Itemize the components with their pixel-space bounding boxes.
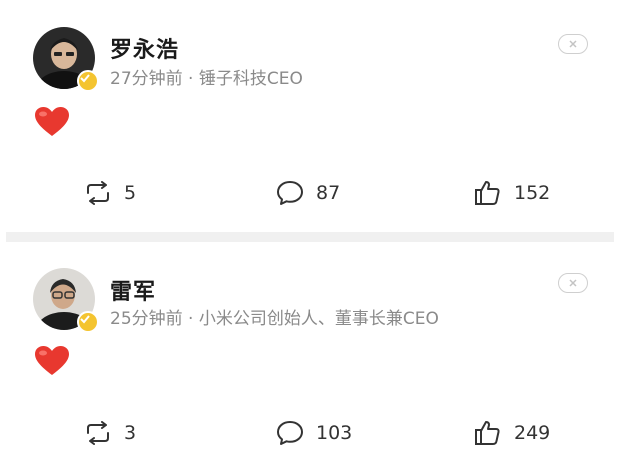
like-count: 249: [514, 422, 551, 444]
author-name[interactable]: 雷军: [110, 274, 156, 306]
comment-icon: [276, 419, 304, 447]
repost-button[interactable]: 5: [84, 178, 136, 208]
comment-count: 87: [316, 182, 341, 204]
repost-icon: [84, 419, 112, 447]
close-button[interactable]: [558, 34, 588, 54]
comment-count: 103: [316, 422, 353, 444]
like-count: 152: [514, 182, 551, 204]
author-name[interactable]: 罗永浩: [110, 32, 179, 64]
post-card: 罗永浩 27分钟前 · 锤子科技CEO 5 87 152: [0, 0, 640, 232]
post-meta: 27分钟前 · 锤子科技CEO: [110, 69, 303, 89]
repost-count: 3: [124, 422, 137, 444]
like-button[interactable]: 152: [474, 178, 550, 208]
action-bar: 5 87 152: [0, 178, 640, 208]
like-button[interactable]: 249: [474, 418, 550, 448]
comment-icon: [276, 179, 304, 207]
close-button[interactable]: [558, 273, 588, 293]
post-meta: 25分钟前 · 小米公司创始人、董事长兼CEO: [110, 309, 439, 329]
repost-icon: [84, 179, 112, 207]
post-divider: [6, 232, 614, 242]
weibo-feed: 罗永浩 27分钟前 · 锤子科技CEO 5 87 152 雷军 25分钟前 · …: [0, 0, 640, 466]
comment-button[interactable]: 103: [276, 418, 352, 448]
post-card: 雷军 25分钟前 · 小米公司创始人、董事长兼CEO 3 103 249: [0, 242, 640, 466]
close-icon: [569, 279, 577, 287]
avatar[interactable]: [33, 27, 99, 92]
verified-badge-icon: [77, 70, 99, 92]
heart-emoji: [35, 107, 69, 136]
avatar[interactable]: [33, 268, 99, 333]
close-icon: [569, 40, 577, 48]
thumbs-up-icon: [474, 419, 502, 447]
heart-emoji: [35, 346, 69, 375]
repost-button[interactable]: 3: [84, 418, 136, 448]
verified-badge-icon: [77, 311, 99, 333]
comment-button[interactable]: 87: [276, 178, 340, 208]
action-bar: 3 103 249: [0, 418, 640, 448]
repost-count: 5: [124, 182, 137, 204]
thumbs-up-icon: [474, 179, 502, 207]
